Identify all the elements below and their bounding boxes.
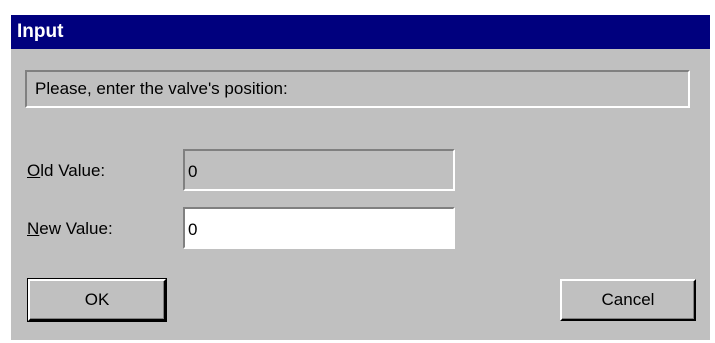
cancel-button-label: Cancel [601, 290, 655, 309]
old-value-label-text: ld Value: [40, 161, 106, 180]
prompt-text: Please, enter the valve's position: [35, 79, 288, 98]
cancel-button[interactable]: Cancel [560, 279, 696, 321]
old-value-field [183, 149, 455, 191]
new-value-input[interactable] [183, 207, 455, 249]
input-dialog: Input Please, enter the valve's position… [10, 14, 710, 340]
old-value-mnemonic: O [27, 161, 41, 180]
dialog-title: Input [17, 21, 64, 42]
dialog-title-bar[interactable]: Input [11, 15, 710, 49]
old-value-label: Old Value: [27, 161, 105, 181]
new-value-label: New Value: [27, 219, 113, 239]
prompt-panel: Please, enter the valve's position: [25, 70, 690, 108]
new-value-mnemonic: N [27, 219, 40, 238]
ok-button-label: OK [84, 290, 110, 309]
new-value-label-text: ew Value: [39, 219, 113, 238]
ok-button[interactable]: OK [27, 278, 167, 322]
